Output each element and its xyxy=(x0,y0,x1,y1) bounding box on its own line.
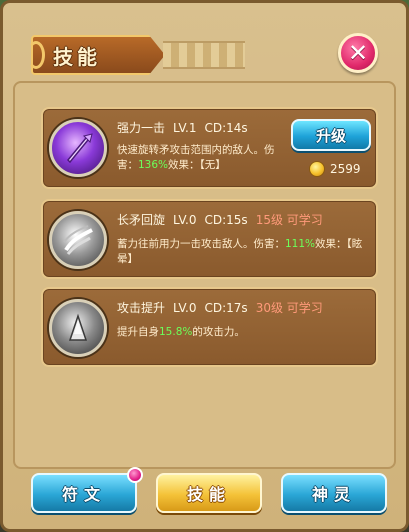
title-banner-ornament xyxy=(163,41,245,69)
skill-header: 攻击提升 LV.0 CD:17s 30级 可学习 xyxy=(117,299,323,316)
tab-runes[interactable]: 符文 xyxy=(31,473,137,513)
skill-name: 长矛回旋 xyxy=(117,213,166,227)
tab-skills[interactable]: 技能 xyxy=(156,473,262,513)
skill-effect-text: 的攻击力。 xyxy=(192,326,245,338)
skill-panel: 技能 ✕ 强力一击 LV.1 CD:14s 快速旋转矛攻击范围内的敌人。伤害：136… xyxy=(0,0,409,532)
skill-level: LV.0 xyxy=(173,301,197,315)
skill-effect-text: 效果：【无】 xyxy=(168,159,226,171)
skill-unlock-requirement: 30级 可学习 xyxy=(255,301,323,315)
tab-label: 符文 xyxy=(61,485,106,504)
close-icon: ✕ xyxy=(347,39,369,67)
title-emblem-icon xyxy=(27,41,45,69)
notification-dot xyxy=(127,467,143,483)
skill-header: 强力一击 LV.1 CD:14s xyxy=(117,119,248,136)
tab-label: 技能 xyxy=(186,485,231,504)
skill-card-3[interactable]: 攻击提升 LV.0 CD:17s 30级 可学习 提升自身15.8%的攻击力。 xyxy=(41,287,378,367)
skill-name: 强力一击 xyxy=(117,121,166,135)
skill-description: 提升自身15.8%的攻击力。 xyxy=(117,325,373,340)
panel-title: 技能 xyxy=(53,45,101,69)
skill-damage-value: 136% xyxy=(138,159,169,171)
upgrade-cost: 2599 xyxy=(309,161,361,177)
purple-spear-icon[interactable] xyxy=(49,119,107,177)
skill-header: 长矛回旋 LV.0 CD:15s 15级 可学习 xyxy=(117,211,323,228)
skill-level: LV.1 xyxy=(173,121,197,135)
skill-cooldown: CD:17s xyxy=(204,301,248,315)
tab-label: 神灵 xyxy=(311,485,356,504)
skill-attack-value: 15.8% xyxy=(159,326,193,338)
skill-desc-text: 蓄力往前用力一击攻击敌人。伤害： xyxy=(117,238,285,250)
skill-damage-value: 111% xyxy=(285,238,316,250)
skill-cooldown: CD:15s xyxy=(204,213,248,227)
skill-level: LV.0 xyxy=(173,213,197,227)
skill-description: 蓄力往前用力一击攻击敌人。伤害：111%效果：【眩晕】 xyxy=(117,237,373,267)
upgrade-button[interactable]: 升级 xyxy=(291,119,371,151)
skill-name: 攻击提升 xyxy=(117,301,166,315)
skill-card-2[interactable]: 长矛回旋 LV.0 CD:15s 15级 可学习 蓄力往前用力一击攻击敌人。伤害：11… xyxy=(41,199,378,279)
gold-coin-icon xyxy=(309,161,325,177)
attack-up-icon[interactable] xyxy=(49,299,107,357)
upgrade-label: 升级 xyxy=(315,126,346,145)
spear-spin-icon[interactable] xyxy=(49,211,107,269)
skill-card-1[interactable]: 强力一击 LV.1 CD:14s 快速旋转矛攻击范围内的敌人。伤害：136%效果：【… xyxy=(41,107,378,189)
close-button[interactable]: ✕ xyxy=(338,33,378,73)
skill-unlock-requirement: 15级 可学习 xyxy=(255,213,323,227)
tab-spirits[interactable]: 神灵 xyxy=(281,473,387,513)
skill-desc-text: 提升自身 xyxy=(117,326,159,338)
skill-cooldown: CD:14s xyxy=(204,121,248,135)
upgrade-cost-value: 2599 xyxy=(330,162,361,176)
skill-description: 快速旋转矛攻击范围内的敌人。伤害：136%效果：【无】 xyxy=(117,143,287,173)
